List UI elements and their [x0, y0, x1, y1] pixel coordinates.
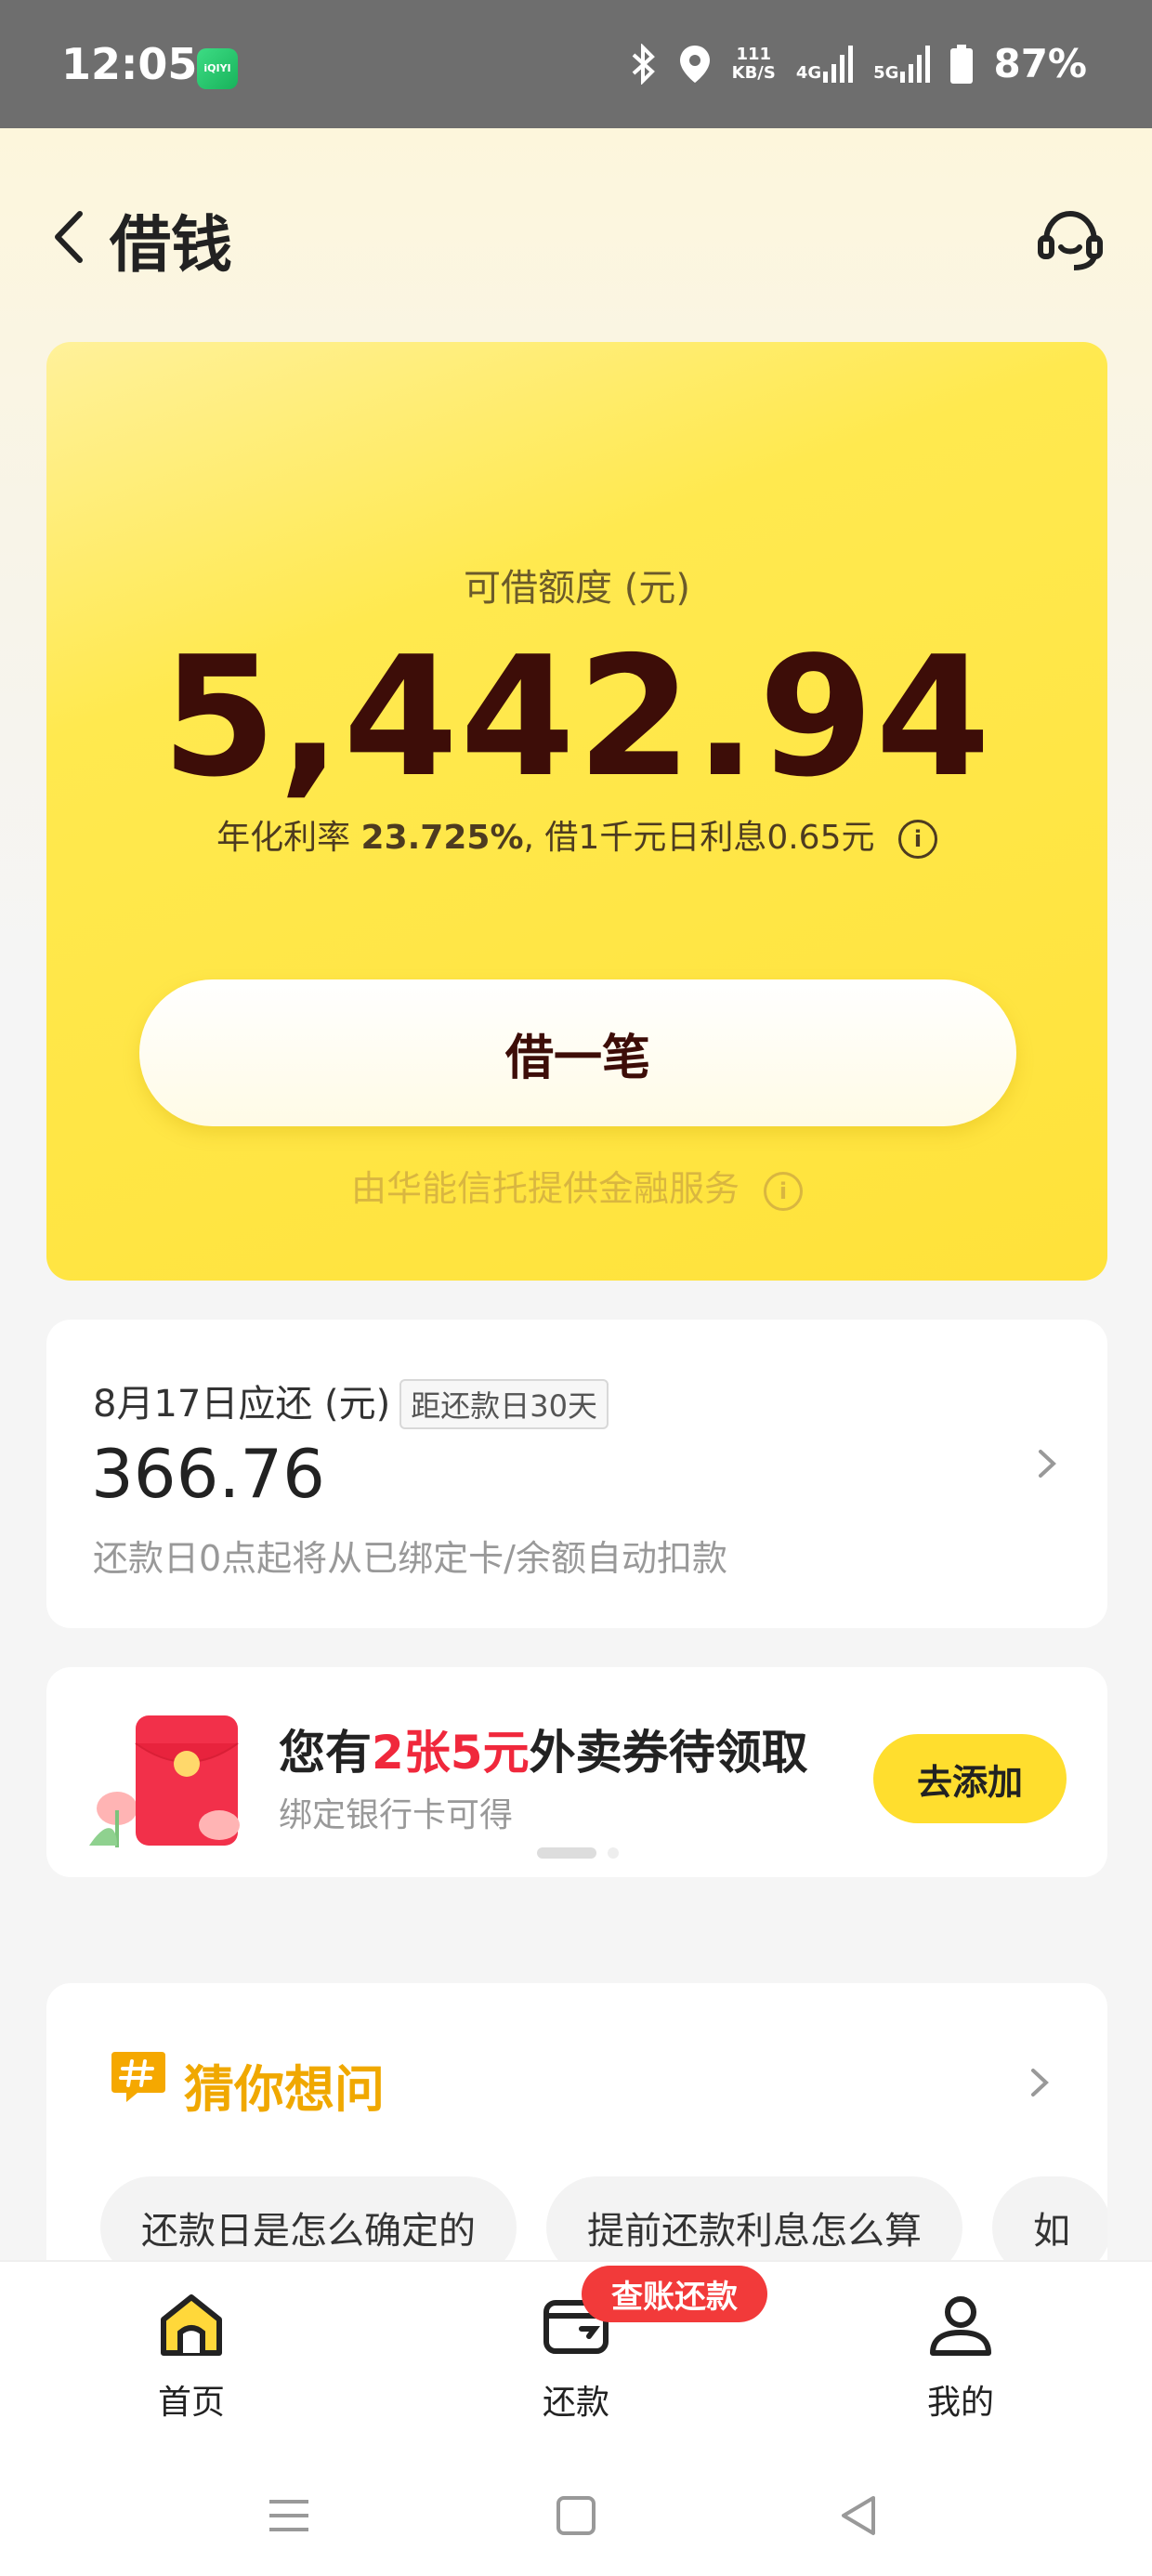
info-icon[interactable]: i: [897, 820, 937, 859]
customer-service-icon[interactable]: [1035, 204, 1106, 275]
page-title: 借钱: [110, 209, 232, 281]
menu-icon[interactable]: [266, 2492, 312, 2539]
home-nav-icon[interactable]: [553, 2492, 599, 2539]
carousel-dot: [608, 1847, 619, 1859]
iqiyi-app-icon: iQIYI: [197, 48, 238, 89]
info-icon[interactable]: i: [764, 1171, 804, 1211]
net-speed: 111 KB/S: [731, 44, 776, 83]
add-card-button[interactable]: 去添加: [873, 1734, 1067, 1823]
faq-title: 猜你想问: [184, 2060, 385, 2119]
loan-limit-card: 可借额度 (元) 5,442.94 年化利率 23.725%, 借1千元日利息0…: [46, 342, 1107, 1281]
battery-percent: 87%: [993, 41, 1087, 86]
status-time: 12:05: [61, 39, 198, 89]
back-arrow-icon[interactable]: [46, 204, 93, 269]
repay-badge: 查账还款: [582, 2266, 767, 2322]
repayment-note: 还款日0点起将从已绑定卡/余额自动扣款: [93, 1538, 727, 1579]
status-icons: 111 KB/S 4G 5G 87%: [630, 41, 1087, 86]
days-until-due-badge: 距还款日30天: [399, 1379, 609, 1429]
chevron-right-icon: [1039, 1450, 1056, 1478]
back-nav-icon[interactable]: [836, 2492, 883, 2539]
coupon-subtitle: 绑定银行卡可得: [279, 1796, 514, 1834]
signal-bars-icon: [900, 45, 931, 83]
repayment-amount: 366.76: [91, 1435, 325, 1513]
tab-home[interactable]: 首页: [98, 2288, 284, 2424]
signal-4g: 4G: [796, 45, 854, 83]
coupon-banner[interactable]: 您有2张5元外卖券待领取 绑定银行卡可得 去添加: [46, 1667, 1107, 1877]
status-bar: 12:05 iQIYI 111 KB/S 4G 5G 87%: [0, 0, 1152, 128]
limit-amount: 5,442.94: [161, 621, 993, 813]
bottom-tab-bar: 首页 还款 查账还款 我的: [0, 2260, 1152, 2457]
system-nav-bar: [0, 2455, 1152, 2576]
rate-info: 年化利率 23.725%, 借1千元日利息0.65元 i: [46, 810, 1107, 859]
bluetooth-icon: [632, 43, 655, 85]
signal-bars-icon: [823, 45, 854, 83]
hashtag-icon: [111, 2052, 165, 2102]
repayment-title: 8月17日应还 (元) 距还款日30天: [93, 1373, 609, 1429]
header: 借钱: [0, 177, 1152, 297]
carousel-dot-active: [537, 1847, 596, 1859]
home-icon: [161, 2294, 222, 2356]
chevron-right-icon[interactable]: [1026, 2059, 1054, 2106]
carousel-dots: [537, 1847, 619, 1859]
battery-icon: [950, 44, 974, 84]
location-icon: [679, 45, 710, 83]
provider-info: 由华能信托提供金融服务 i: [46, 1160, 1107, 1211]
coupon-title: 您有2张5元外卖券待领取: [279, 1726, 808, 1780]
repayment-card[interactable]: 8月17日应还 (元) 距还款日30天 366.76 还款日0点起将从已绑定卡/余…: [46, 1320, 1107, 1628]
signal-5g: 5G: [873, 45, 931, 83]
limit-label: 可借额度 (元): [464, 567, 690, 610]
user-icon: [930, 2296, 991, 2356]
tab-mine[interactable]: 我的: [868, 2288, 1054, 2424]
borrow-button[interactable]: 借一笔: [139, 979, 1016, 1126]
red-envelope-icon: [89, 1715, 240, 1847]
